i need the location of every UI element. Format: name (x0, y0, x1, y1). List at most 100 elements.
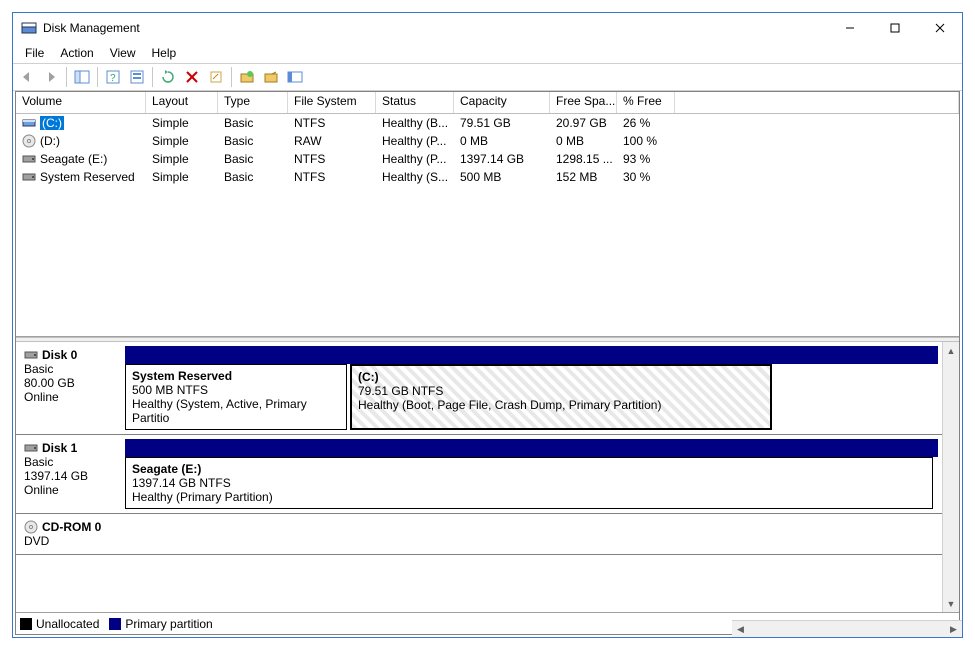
close-button[interactable] (917, 13, 962, 43)
back-button[interactable] (16, 66, 38, 88)
menu-action[interactable]: Action (52, 44, 101, 62)
volume-capacity: 0 MB (454, 134, 550, 148)
col-status[interactable]: Status (376, 92, 454, 113)
menu-help[interactable]: Help (144, 44, 185, 62)
partition-block[interactable]: System Reserved 500 MB NTFS Healthy (Sys… (125, 364, 347, 430)
disk-type: Basic (24, 362, 113, 376)
help-icon[interactable]: ? (102, 66, 124, 88)
svg-text:?: ? (110, 73, 116, 84)
volume-layout: Simple (146, 152, 218, 166)
partition-title: Seagate (E:) (132, 462, 926, 476)
volume-fs: NTFS (288, 116, 376, 130)
volume-row[interactable]: (D:)SimpleBasicRAWHealthy (P...0 MB0 MB1… (16, 132, 959, 150)
delete-icon[interactable] (181, 66, 203, 88)
partition-block[interactable]: Seagate (E:) 1397.14 GB NTFS Healthy (Pr… (125, 457, 933, 509)
volume-row[interactable]: System Reserved SimpleBasicNTFSHealthy (S… (16, 168, 959, 186)
volume-layout: Simple (146, 170, 218, 184)
col-layout[interactable]: Layout (146, 92, 218, 113)
new-folder-icon[interactable] (236, 66, 258, 88)
disk-label[interactable]: Disk 0 Basic 80.00 GB Online (16, 342, 121, 434)
disk-row: CD-ROM 0 DVD (16, 514, 942, 555)
edit-icon[interactable] (205, 66, 227, 88)
window-controls (827, 13, 962, 43)
scroll-up-icon[interactable]: ▲ (943, 342, 959, 359)
menu-file[interactable]: File (17, 44, 52, 62)
maximize-button[interactable] (872, 13, 917, 43)
cd-icon (22, 134, 36, 148)
scroll-right-icon[interactable]: ▶ (945, 624, 962, 635)
disk-type: Basic (24, 455, 113, 469)
volume-pct: 93 % (617, 152, 675, 166)
volume-list[interactable]: Volume Layout Type File System Status Ca… (16, 92, 959, 337)
volume-row[interactable]: Seagate (E:)SimpleBasicNTFSHealthy (P...… (16, 150, 959, 168)
volume-pct: 30 % (617, 170, 675, 184)
volume-free: 152 MB (550, 170, 617, 184)
volume-pct: 26 % (617, 116, 675, 130)
volume-pct: 100 % (617, 134, 675, 148)
disk-label[interactable]: Disk 1 Basic 1397.14 GB Online (16, 435, 121, 513)
swatch-blue-icon (109, 618, 121, 630)
forward-button[interactable] (40, 66, 62, 88)
col-type[interactable]: Type (218, 92, 288, 113)
partition-block[interactable]: (C:) 79.51 GB NTFS Healthy (Boot, Page F… (350, 364, 772, 430)
disk-type: DVD (24, 534, 113, 548)
volume-name: (D:) (40, 134, 60, 148)
partition-sub: 1397.14 GB NTFS (132, 476, 926, 490)
legend-primary: Primary partition (109, 617, 212, 631)
swatch-black-icon (20, 618, 32, 630)
refresh-icon[interactable] (157, 66, 179, 88)
menubar: File Action View Help (13, 43, 962, 63)
titlebar[interactable]: Disk Management (13, 13, 962, 43)
volume-type: Basic (218, 170, 288, 184)
volume-free: 0 MB (550, 134, 617, 148)
partition-title: System Reserved (132, 369, 340, 383)
minimize-button[interactable] (827, 13, 872, 43)
volume-capacity: 1397.14 GB (454, 152, 550, 166)
volume-status: Healthy (B... (376, 116, 454, 130)
content-area: Volume Layout Type File System Status Ca… (15, 91, 960, 635)
open-folder-icon[interactable] (260, 66, 282, 88)
col-volume[interactable]: Volume (16, 92, 146, 113)
horizontal-scrollbar[interactable]: ◀ ▶ (732, 620, 962, 637)
volume-status: Healthy (S... (376, 170, 454, 184)
volume-fs: NTFS (288, 152, 376, 166)
partition-health: Healthy (System, Active, Primary Partiti… (132, 397, 340, 425)
window-title: Disk Management (43, 21, 827, 35)
col-empty (675, 92, 959, 113)
volume-fs: NTFS (288, 170, 376, 184)
hdd2-icon (22, 152, 36, 166)
partition-title: (C:) (358, 370, 764, 384)
col-free[interactable]: Free Spa... (550, 92, 617, 113)
volume-name: System Reserved (40, 170, 135, 184)
volume-capacity: 79.51 GB (454, 116, 550, 130)
partition-sub: 500 MB NTFS (132, 383, 340, 397)
volume-free: 20.97 GB (550, 116, 617, 130)
col-capacity[interactable]: Capacity (454, 92, 550, 113)
menu-view[interactable]: View (102, 44, 144, 62)
show-hide-console-tree-icon[interactable] (71, 66, 93, 88)
legend-unallocated: Unallocated (20, 617, 99, 631)
disk-topbar (125, 439, 938, 457)
volume-layout: Simple (146, 116, 218, 130)
hdd2-icon (24, 441, 38, 455)
scroll-down-icon[interactable]: ▼ (943, 595, 959, 612)
disk-topbar (125, 346, 938, 364)
task-icon[interactable] (284, 66, 306, 88)
disk-label[interactable]: CD-ROM 0 DVD (16, 514, 121, 554)
partition-sub: 79.51 GB NTFS (358, 384, 764, 398)
disk-map-pane: Disk 0 Basic 80.00 GB Online System Rese… (16, 342, 959, 634)
hdd2-icon (22, 170, 36, 184)
col-pct[interactable]: % Free (617, 92, 675, 113)
volume-row[interactable]: (C:)SimpleBasicNTFSHealthy (B...79.51 GB… (16, 114, 959, 132)
disk-management-window: Disk Management File Action View Help ? (12, 12, 963, 638)
scroll-left-icon[interactable]: ◀ (732, 624, 749, 635)
col-fs[interactable]: File System (288, 92, 376, 113)
disk-row: Disk 1 Basic 1397.14 GB Online Seagate (… (16, 435, 942, 514)
disk-row: Disk 0 Basic 80.00 GB Online System Rese… (16, 342, 942, 435)
volume-status: Healthy (P... (376, 152, 454, 166)
vertical-scrollbar[interactable]: ▲ ▼ (942, 342, 959, 612)
toolbar: ? (13, 63, 962, 91)
volume-free: 1298.15 ... (550, 152, 617, 166)
volume-name: Seagate (E:) (40, 152, 107, 166)
properties-icon[interactable] (126, 66, 148, 88)
